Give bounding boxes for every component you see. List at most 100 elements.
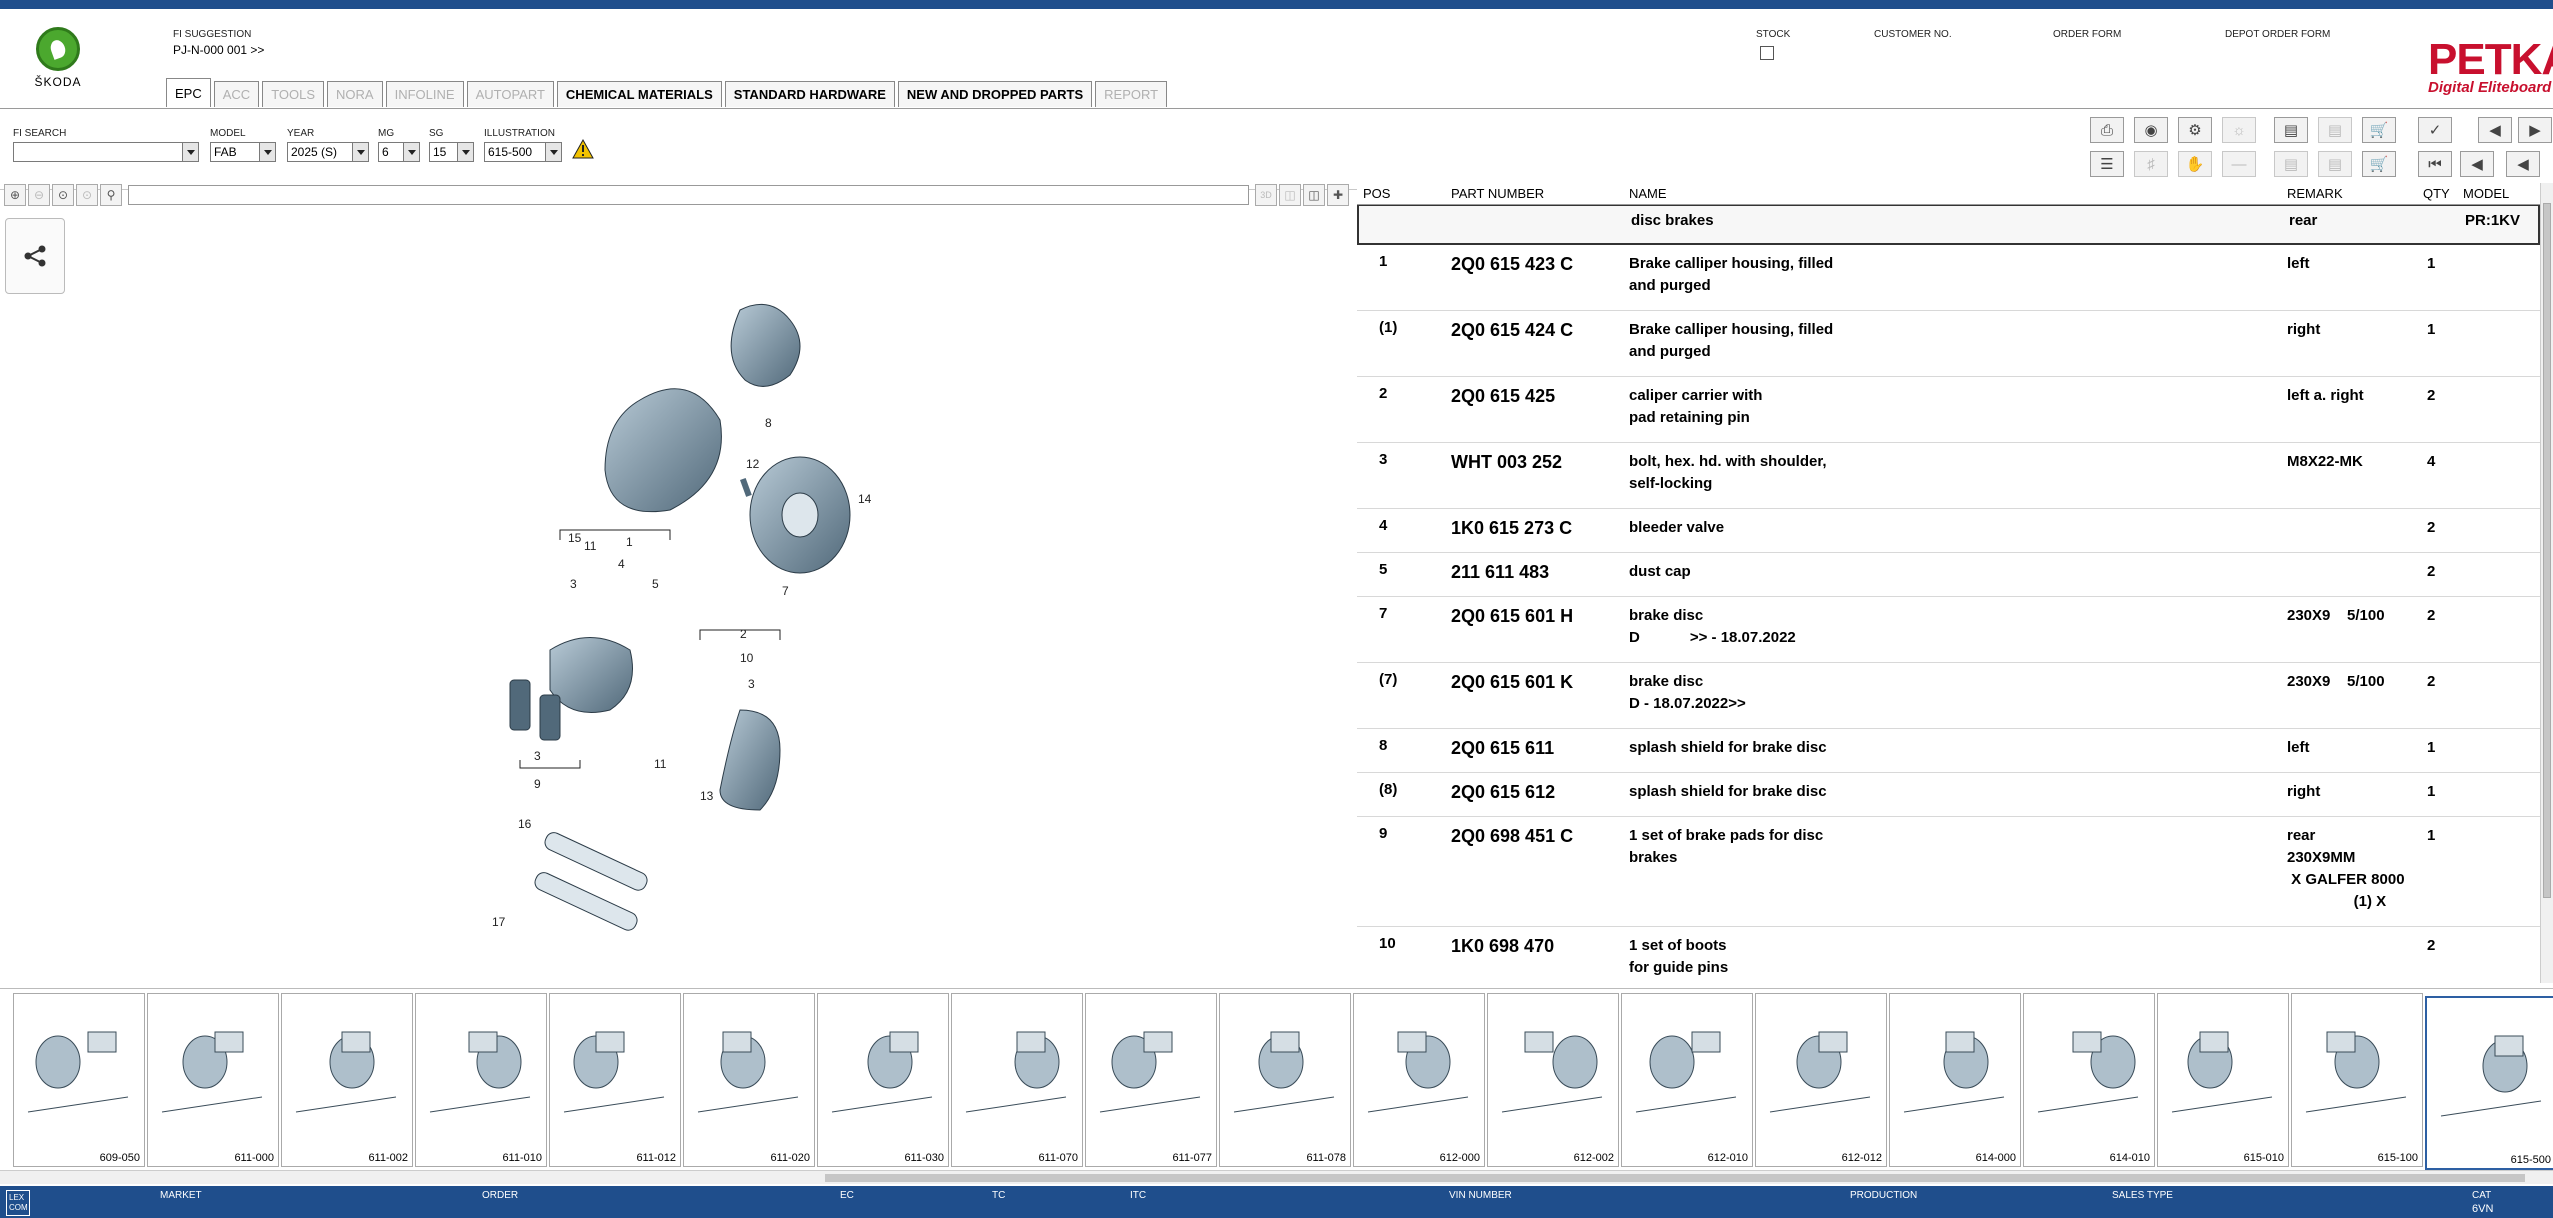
tab-epc[interactable]: EPC xyxy=(166,78,211,107)
previous-icon[interactable]: ◀ xyxy=(2460,151,2494,177)
callout-label[interactable]: 12 xyxy=(746,457,760,471)
hand-icon[interactable]: ✋ xyxy=(2178,151,2212,177)
split-view-icon[interactable]: ◫ xyxy=(1279,184,1301,206)
caliper-housing-part[interactable] xyxy=(730,303,801,387)
column-pos[interactable]: POS xyxy=(1357,186,1451,201)
tab-report[interactable]: REPORT xyxy=(1095,81,1168,107)
zoom-out-icon[interactable]: ⊖ xyxy=(28,184,50,206)
chevron-down-icon[interactable] xyxy=(182,143,198,161)
table-row[interactable]: 9 2Q0 698 451 C 1 set of brake pads for di… xyxy=(1357,817,2540,927)
column-part-number[interactable]: PART NUMBER xyxy=(1451,186,1629,201)
tab-infoline[interactable]: INFOLINE xyxy=(385,81,464,107)
cart-icon[interactable]: 🛒 xyxy=(2362,151,2396,177)
tab-nora[interactable]: NORA xyxy=(327,81,383,107)
column-model[interactable]: MODEL xyxy=(2463,186,2533,201)
camera-icon[interactable]: ◉ xyxy=(2134,117,2168,143)
callout-label[interactable]: 1 xyxy=(626,535,633,549)
chat-icon[interactable]: ☼ xyxy=(2222,117,2256,143)
thumbnail-611-002[interactable]: 611-002 xyxy=(281,993,413,1167)
table-row[interactable]: 10 1K0 698 470 1 set of boots for guide pi… xyxy=(1357,927,2540,983)
share-button[interactable] xyxy=(5,218,65,294)
model-select[interactable]: FAB xyxy=(210,142,276,162)
table-row[interactable]: (1) 2Q0 615 424 C Brake calliper housing, … xyxy=(1357,311,2540,377)
callout-label[interactable]: 11 xyxy=(654,757,667,771)
column-remark[interactable]: REMARK xyxy=(2287,186,2423,201)
callout-label[interactable]: 14 xyxy=(858,492,872,506)
thumbnail-614-010[interactable]: 614-010 xyxy=(2023,993,2155,1167)
callout-label[interactable]: 2 xyxy=(740,627,747,641)
callout-label[interactable]: 5 xyxy=(652,577,659,591)
back-icon[interactable]: ◀ xyxy=(2506,151,2540,177)
thumbnail-611-070[interactable]: 611-070 xyxy=(951,993,1083,1167)
pin-icon[interactable]: ✓ xyxy=(2418,117,2452,143)
fi-suggestion[interactable]: FI SUGGESTION PJ-N-000 001 >> xyxy=(173,29,264,57)
thumbnail-611-012[interactable]: 611-012 xyxy=(549,993,681,1167)
callout-label[interactable]: 17 xyxy=(492,915,506,929)
parts-vertical-scrollbar[interactable] xyxy=(2540,183,2553,983)
bolt-part[interactable] xyxy=(740,477,752,497)
zoom-reset-icon[interactable]: ⊙ xyxy=(76,184,98,206)
caliper-carrier-part[interactable] xyxy=(719,709,781,811)
callout-label[interactable]: 3 xyxy=(570,577,577,591)
table-row[interactable]: (8) 2Q0 615 612 splash shield for brake di… xyxy=(1357,773,2540,817)
customer-no-field[interactable]: CUSTOMER NO. xyxy=(1874,29,1952,40)
move-icon[interactable]: ✚ xyxy=(1327,184,1349,206)
callout-label[interactable]: 3 xyxy=(534,749,541,763)
thumbnail-615-100[interactable]: 615-100 xyxy=(2291,993,2423,1167)
table-row[interactable]: 5 211 611 483 dust cap 2 xyxy=(1357,553,2540,597)
zoom-fit-icon[interactable]: ⊙ xyxy=(52,184,74,206)
column-name[interactable]: NAME xyxy=(1629,186,2287,201)
doc-alt-icon[interactable]: ▤ xyxy=(2318,151,2352,177)
splash-shield-part[interactable] xyxy=(604,388,722,513)
print-icon[interactable]: ⎙ xyxy=(2090,117,2124,143)
table-row[interactable]: 1 2Q0 615 423 C Brake calliper housing, fi… xyxy=(1357,245,2540,311)
callout-label[interactable]: 8 xyxy=(765,416,772,430)
thumbnail-611-078[interactable]: 611-078 xyxy=(1219,993,1351,1167)
callout-label[interactable]: 15 xyxy=(568,531,582,545)
tab-acc[interactable]: ACC xyxy=(213,81,260,107)
3d-view-icon[interactable]: 3D xyxy=(1255,184,1277,206)
list-icon[interactable]: ☰ xyxy=(2090,151,2124,177)
doc-icon[interactable]: ▤ xyxy=(2274,151,2308,177)
column-qty[interactable]: QTY xyxy=(2423,186,2463,201)
thumbnail-615-010[interactable]: 615-010 xyxy=(2157,993,2289,1167)
image-path-field[interactable] xyxy=(128,185,1249,205)
thumbnail-615-500[interactable]: 615-500 xyxy=(2425,996,2553,1170)
elsa-icon[interactable]: ▤ xyxy=(2274,117,2308,143)
thumbnail-611-030[interactable]: 611-030 xyxy=(817,993,949,1167)
brake-pad-part[interactable] xyxy=(509,679,531,731)
zoom-in-icon[interactable]: ⊕ xyxy=(4,184,26,206)
cart-add-icon[interactable]: 🛒 xyxy=(2362,117,2396,143)
tab-autopart[interactable]: AUTOPART xyxy=(466,81,554,107)
chevron-down-icon[interactable] xyxy=(403,143,419,161)
tab-chemical-materials[interactable]: CHEMICAL MATERIALS xyxy=(556,81,722,107)
thumbnail-612-002[interactable]: 612-002 xyxy=(1487,993,1619,1167)
chevron-down-icon[interactable] xyxy=(545,143,561,161)
mg-select[interactable]: 6 xyxy=(378,142,420,162)
first-icon[interactable]: ⏮ xyxy=(2418,151,2452,177)
callout-label[interactable]: 13 xyxy=(700,789,714,803)
illustration-select[interactable]: 615-500 xyxy=(484,142,562,162)
chevron-down-icon[interactable] xyxy=(259,143,275,161)
thumbnail-612-000[interactable]: 612-000 xyxy=(1353,993,1485,1167)
panel-icon[interactable]: ◫ xyxy=(1303,184,1325,206)
callout-label[interactable]: 4 xyxy=(618,557,625,571)
table-row[interactable]: 8 2Q0 615 611 splash shield for brake disc… xyxy=(1357,729,2540,773)
table-row[interactable]: 4 1K0 615 273 C bleeder valve 2 xyxy=(1357,509,2540,553)
table-row[interactable]: 2 2Q0 615 425 caliper carrier with pad ret… xyxy=(1357,377,2540,443)
chevron-down-icon[interactable] xyxy=(457,143,473,161)
brake-pad-part-2[interactable] xyxy=(539,694,561,741)
table-row[interactable]: 7 2Q0 615 601 H brake disc D >> - 18.07.20… xyxy=(1357,597,2540,663)
stock-checkbox[interactable] xyxy=(1760,46,1774,60)
year-select[interactable]: 2025 (S) xyxy=(287,142,369,162)
exploded-drawing[interactable]: 8121471511 143 521033911131617 xyxy=(440,290,900,940)
thumbnail-611-000[interactable]: 611-000 xyxy=(147,993,279,1167)
tab-tools[interactable]: TOOLS xyxy=(262,81,325,107)
thumbnail-611-077[interactable]: 611-077 xyxy=(1085,993,1217,1167)
magnifier-icon[interactable]: ⚲ xyxy=(100,184,122,206)
table-row[interactable]: (7) 2Q0 615 601 K brake disc D - 18.07.202… xyxy=(1357,663,2540,729)
page-forward-icon[interactable]: ▶ xyxy=(2518,117,2552,143)
thumbnail-611-010[interactable]: 611-010 xyxy=(415,993,547,1167)
thumbnail-609-050[interactable]: 609-050 xyxy=(13,993,145,1167)
thumbnails-horizontal-scrollbar[interactable] xyxy=(0,1170,2553,1184)
